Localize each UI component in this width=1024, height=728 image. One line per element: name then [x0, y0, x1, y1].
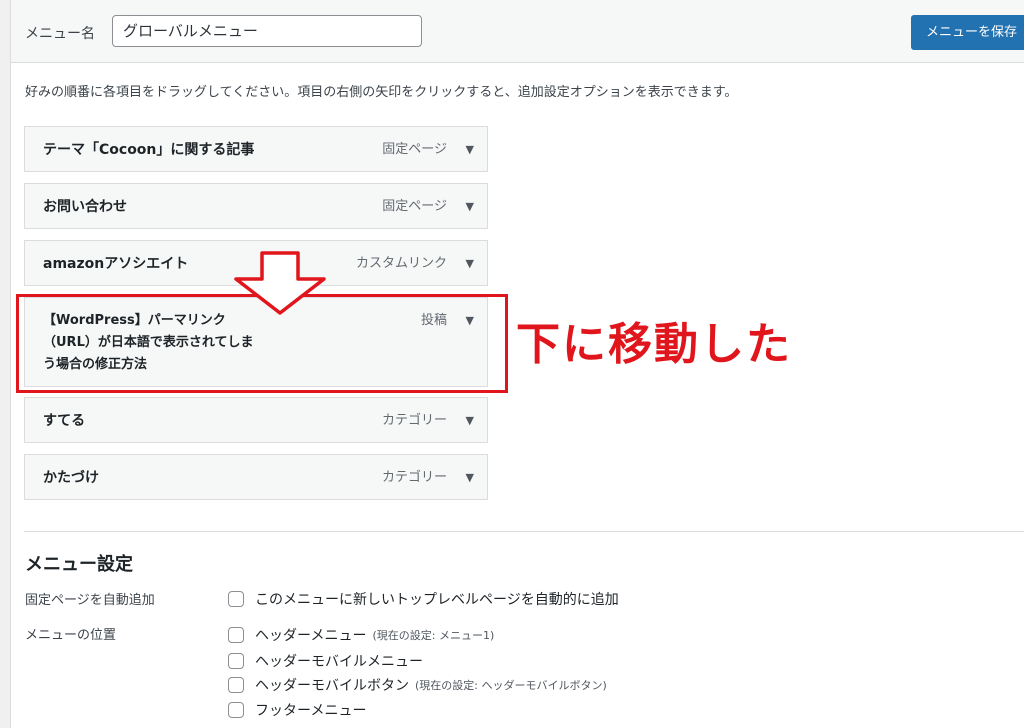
menu-settings-heading: メニュー設定	[25, 554, 133, 575]
auto-add-label: 固定ページを自動追加	[25, 593, 155, 608]
save-menu-button[interactable]: メニューを保存	[911, 15, 1024, 50]
expand-arrow-icon[interactable]: ▼	[466, 253, 474, 275]
location-current-setting: (現在の設定: メニュー1)	[372, 629, 495, 642]
location-row[interactable]: ヘッダーメニュー (現在の設定: メニュー1)	[228, 625, 494, 645]
expand-arrow-icon[interactable]: ▼	[466, 139, 474, 161]
menu-item[interactable]: かたづけ カテゴリー ▼	[24, 454, 488, 500]
location-row[interactable]: フッターメニュー	[228, 700, 366, 720]
menu-item-type: 固定ページ	[382, 142, 447, 157]
location-row[interactable]: ヘッダーモバイルボタン (現在の設定: ヘッダーモバイルボタン)	[228, 675, 607, 695]
menu-item-type: カテゴリー	[381, 470, 447, 485]
menu-name-input[interactable]: グローバルメニュー	[112, 15, 422, 47]
location-label[interactable]: ヘッダーメニュー	[255, 625, 366, 645]
menu-item-title: すてる	[43, 413, 86, 429]
section-divider	[24, 531, 1024, 532]
expand-arrow-icon[interactable]: ▼	[466, 410, 474, 432]
menu-item-title: お問い合わせ	[43, 199, 127, 215]
expand-arrow-icon[interactable]: ▼	[466, 196, 474, 218]
location-checkbox[interactable]	[228, 677, 244, 693]
menu-header-bar: メニュー名 グローバルメニュー メニューを保存	[11, 0, 1024, 63]
menu-location-label: メニューの位置	[25, 628, 117, 643]
auto-add-row[interactable]: このメニューに新しいトップレベルページを自動的に追加	[228, 589, 619, 609]
location-label[interactable]: ヘッダーモバイルメニュー	[255, 651, 423, 671]
location-current-setting: (現在の設定: ヘッダーモバイルボタン)	[415, 679, 607, 692]
menu-item[interactable]: テーマ「Cocoon」に関する記事 固定ページ ▼	[24, 126, 488, 172]
menu-item[interactable]: お問い合わせ 固定ページ ▼	[24, 183, 488, 229]
location-checkbox[interactable]	[228, 702, 244, 718]
location-checkbox[interactable]	[228, 653, 244, 669]
location-checkbox[interactable]	[228, 627, 244, 643]
menu-item[interactable]: すてる カテゴリー ▼	[24, 397, 488, 443]
location-label[interactable]: フッターメニュー	[255, 700, 366, 720]
menu-item-type: カテゴリー	[381, 413, 447, 428]
moved-annotation-text: 下に移動した	[516, 319, 792, 370]
down-arrow-icon	[234, 251, 326, 315]
menu-editor-panel: メニュー名 グローバルメニュー メニューを保存 好みの順番に各項目をドラッグして…	[10, 0, 1024, 728]
location-label[interactable]: ヘッダーモバイルボタン	[255, 675, 409, 695]
location-row[interactable]: ヘッダーモバイルメニュー	[228, 651, 423, 671]
menu-item-title: amazonアソシエイト	[43, 256, 189, 272]
menu-item-type: 固定ページ	[382, 199, 447, 214]
menu-item-title: テーマ「Cocoon」に関する記事	[43, 142, 255, 158]
menu-item-title: かたづけ	[43, 470, 99, 486]
menu-item-type: カスタムリンク	[355, 256, 447, 271]
auto-add-option-label[interactable]: このメニューに新しいトップレベルページを自動的に追加	[255, 589, 619, 609]
menu-name-label: メニュー名	[25, 26, 95, 42]
expand-arrow-icon[interactable]: ▼	[466, 467, 474, 489]
auto-add-checkbox[interactable]	[228, 591, 244, 607]
drag-instructions: 好みの順番に各項目をドラッグしてください。項目の右側の矢印をクリックすると、追加…	[25, 85, 738, 100]
